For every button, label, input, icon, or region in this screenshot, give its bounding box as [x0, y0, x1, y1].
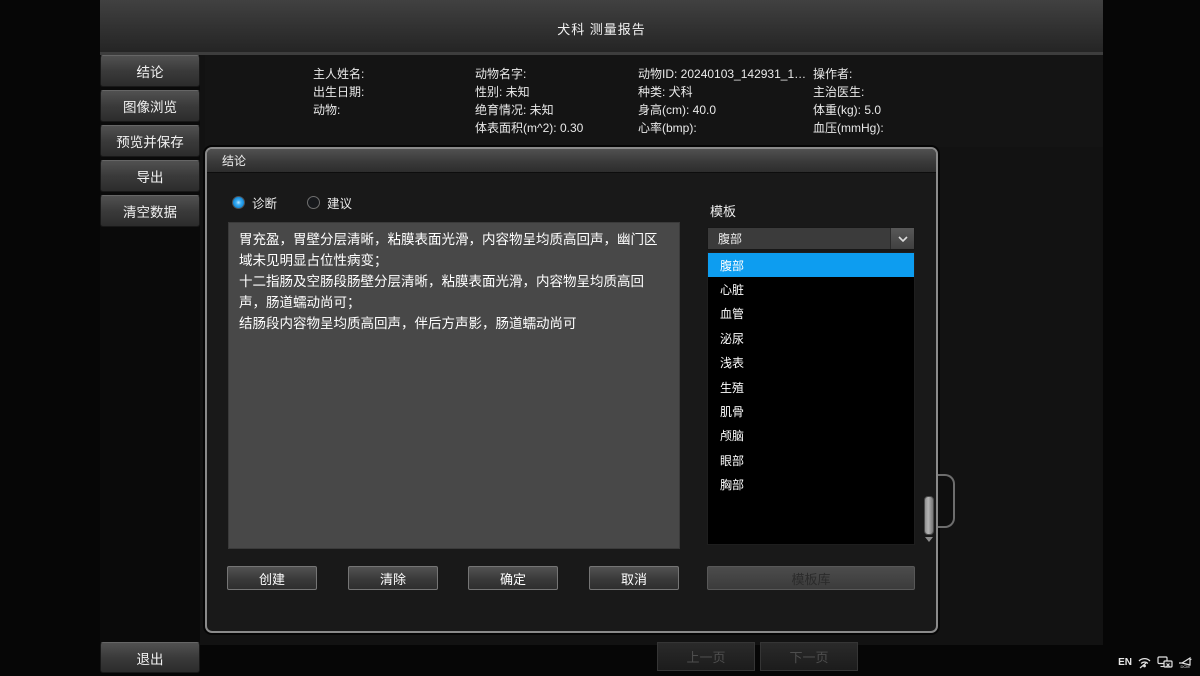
- blood-pressure-field: 血压(mmHg):: [813, 119, 884, 137]
- patient-info-col1: 主人姓名: 出生日期: 动物:: [313, 65, 364, 119]
- gender-field: 性别: 未知: [475, 83, 583, 101]
- template-dropdown-value: 腹部: [708, 230, 890, 247]
- radio-diagnosis-label: 诊断: [252, 193, 277, 212]
- species-field: 种类: 犬科: [638, 83, 806, 101]
- template-option-urinary[interactable]: 泌尿: [708, 326, 914, 350]
- attending-doctor-field: 主治医生:: [813, 83, 884, 101]
- ok-button[interactable]: 确定: [468, 566, 558, 590]
- animal-field: 动物:: [313, 101, 364, 119]
- radio-group: 诊断 建议: [232, 193, 352, 212]
- wireless-off-icon[interactable]: [1137, 656, 1152, 669]
- window-title: 犬科 测量报告: [100, 19, 1103, 38]
- template-option-eye[interactable]: 眼部: [708, 448, 914, 472]
- system-tray: EN: [1118, 656, 1192, 669]
- height-field: 身高(cm): 40.0: [638, 101, 806, 119]
- window-titlebar: 犬科 测量报告: [100, 0, 1103, 55]
- sidebar: 结论 图像浏览 预览并保存 导出 清空数据: [100, 55, 200, 645]
- birth-date-field: 出生日期:: [313, 83, 364, 101]
- patient-info-col4: 操作者: 主治医生: 体重(kg): 5.0 血压(mmHg):: [813, 65, 884, 137]
- operator-field: 操作者:: [813, 65, 884, 83]
- screen: 犬科 测量报告 结论 图像浏览 预览并保存 导出 清空数据 主人姓名: 出生日期…: [0, 0, 1200, 676]
- exit-button[interactable]: 退出: [100, 642, 200, 673]
- previous-page-button[interactable]: 上一页: [657, 642, 755, 671]
- patient-info-col2: 动物名字: 性别: 未知 绝育情况: 未知 体表面积(m^2): 0.30: [475, 65, 583, 137]
- animal-name-field: 动物名字:: [475, 65, 583, 83]
- owner-name-field: 主人姓名:: [313, 65, 364, 83]
- template-option-musculoskeletal[interactable]: 肌骨: [708, 399, 914, 423]
- template-option-reproductive[interactable]: 生殖: [708, 375, 914, 399]
- radio-suggestion-label: 建议: [327, 193, 352, 212]
- template-dropdown[interactable]: 腹部: [707, 227, 915, 250]
- conclusion-dialog: 结论 诊断 建议 胃充盈，胃壁分层清晰，粘膜表面光滑，内容物呈均质高回声，幽门区…: [205, 147, 938, 633]
- bottom-bar: 退出 上一页 下一页 EN: [0, 645, 1200, 676]
- radio-suggestion[interactable]: 建议: [307, 193, 352, 212]
- chevron-down-icon[interactable]: [890, 228, 914, 249]
- template-option-chest[interactable]: 胸部: [708, 473, 914, 497]
- template-list-scrollbar[interactable]: [923, 252, 935, 544]
- next-page-button[interactable]: 下一页: [760, 642, 858, 671]
- conclusion-textarea[interactable]: 胃充盈，胃壁分层清晰，粘膜表面光滑，内容物呈均质高回声，幽门区域未见明显占位性病…: [228, 222, 680, 549]
- sidebar-item-preview-save[interactable]: 预览并保存: [100, 125, 200, 157]
- scrollbar-down-arrow-icon[interactable]: [923, 535, 935, 544]
- dialog-title: 结论: [207, 149, 936, 173]
- template-library-button-disabled: 模板库: [707, 566, 915, 590]
- weight-field: 体重(kg): 5.0: [813, 101, 884, 119]
- sidebar-item-export[interactable]: 导出: [100, 160, 200, 192]
- animal-id-field: 动物ID: 20240103_142931_1…: [638, 65, 806, 83]
- neuter-status-field: 绝育情况: 未知: [475, 101, 583, 119]
- patient-info-panel: 主人姓名: 出生日期: 动物: 动物名字: 性别: 未知 绝育情况: 未知 体表…: [205, 55, 1103, 147]
- create-button[interactable]: 创建: [227, 566, 317, 590]
- heart-rate-field: 心率(bmp):: [638, 119, 806, 137]
- dialog-side-handle[interactable]: [938, 474, 955, 528]
- radio-unselected-icon: [307, 196, 320, 209]
- patient-info-col3: 动物ID: 20240103_142931_1… 种类: 犬科 身高(cm): …: [638, 65, 806, 137]
- dcm-label: DCM: [1180, 665, 1189, 669]
- sidebar-item-image-browse[interactable]: 图像浏览: [100, 90, 200, 122]
- cancel-button[interactable]: 取消: [589, 566, 679, 590]
- clear-button[interactable]: 清除: [348, 566, 438, 590]
- template-option-superficial[interactable]: 浅表: [708, 351, 914, 375]
- dcm-horn-icon[interactable]: DCM: [1178, 657, 1192, 669]
- template-option-vascular[interactable]: 血管: [708, 302, 914, 326]
- radio-diagnosis[interactable]: 诊断: [232, 193, 277, 212]
- language-indicator[interactable]: EN: [1118, 657, 1132, 668]
- radio-selected-icon: [232, 196, 245, 209]
- template-option-cranial[interactable]: 颅脑: [708, 424, 914, 448]
- scrollbar-thumb[interactable]: [924, 496, 934, 535]
- template-option-abdomen[interactable]: 腹部: [708, 253, 914, 277]
- sidebar-item-clear-data[interactable]: 清空数据: [100, 195, 200, 227]
- template-label: 模板: [710, 201, 736, 220]
- network-disconnected-icon[interactable]: [1157, 656, 1173, 669]
- sidebar-item-conclusion[interactable]: 结论: [100, 55, 200, 87]
- template-option-heart[interactable]: 心脏: [708, 277, 914, 301]
- template-options-list: 腹部 心脏 血管 泌尿 浅表 生殖 肌骨 颅脑 眼部 胸部: [707, 252, 915, 545]
- body-surface-area-field: 体表面积(m^2): 0.30: [475, 119, 583, 137]
